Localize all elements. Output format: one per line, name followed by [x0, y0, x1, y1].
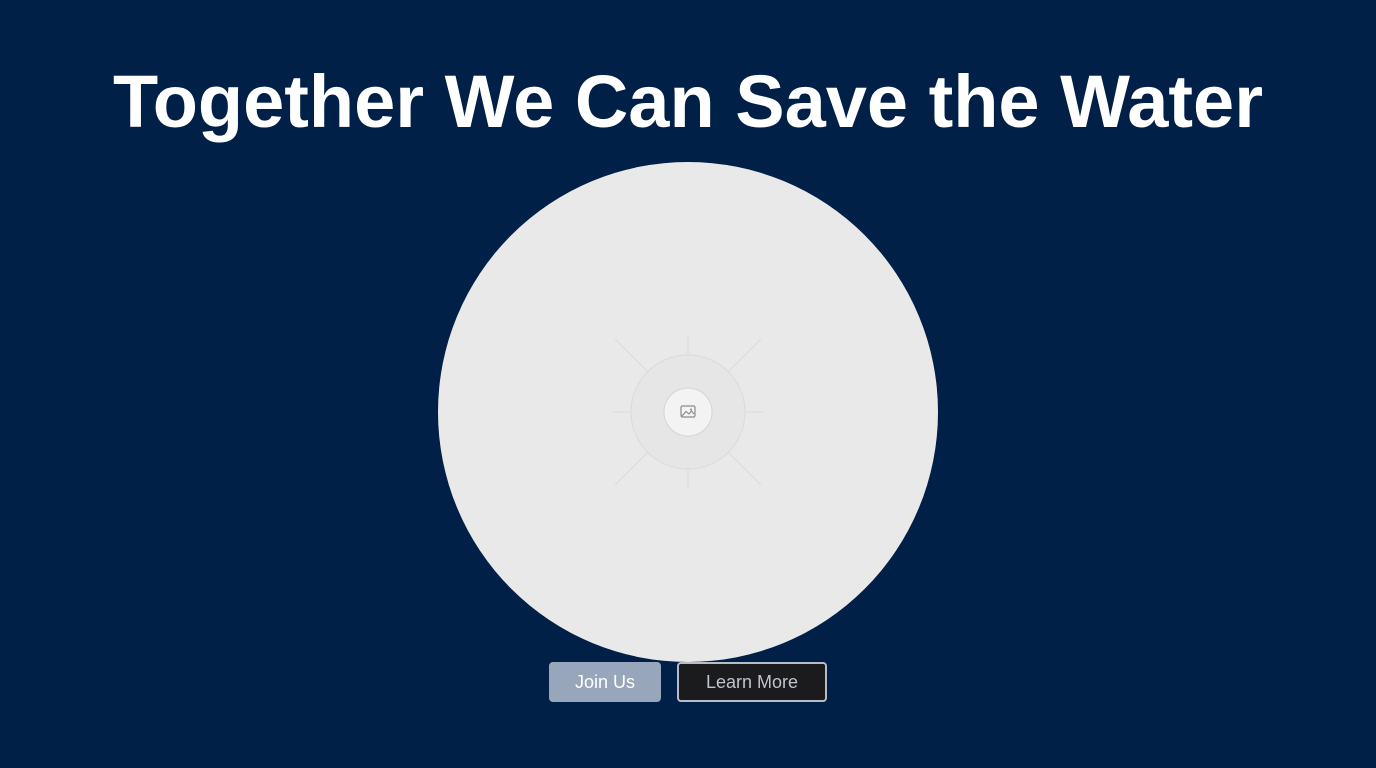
page: Together We Can Save the Water Join Us L… [0, 0, 1376, 768]
image-placeholder-graphic [613, 337, 763, 487]
hero-image-placeholder [438, 162, 938, 662]
join-us-button[interactable]: Join Us [549, 662, 661, 702]
hero-title: Together We Can Save the Water [113, 60, 1263, 143]
learn-more-button[interactable]: Learn More [677, 662, 827, 702]
hero-actions: Join Us Learn More [549, 662, 827, 702]
